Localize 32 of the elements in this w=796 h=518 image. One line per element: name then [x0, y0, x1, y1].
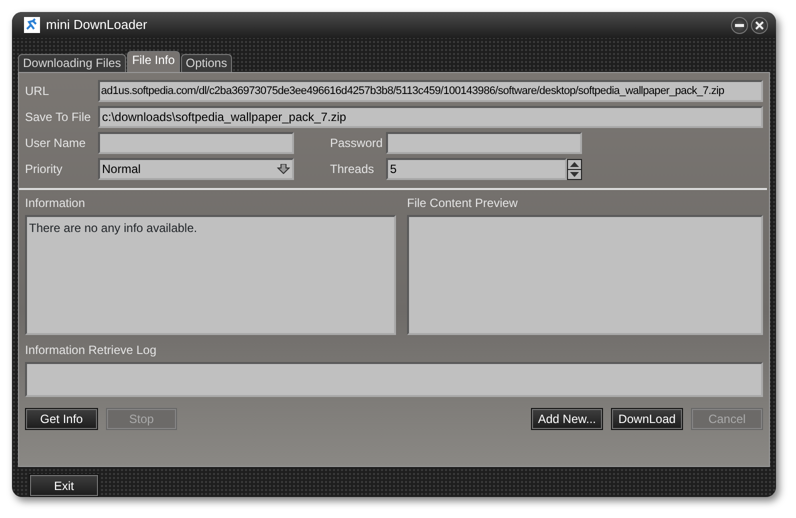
threads-field[interactable]: 5 [386, 158, 567, 180]
action-button[interactable]: Add New... [531, 408, 603, 430]
runner-icon [24, 17, 40, 33]
dropdown-arrow-icon [277, 164, 290, 174]
user-name-field[interactable] [98, 132, 294, 154]
save-path-field[interactable]: c:\downloads\softpedia_wallpaper_pack_7.zip [98, 106, 763, 128]
log-field[interactable] [25, 362, 763, 397]
field-label: Password [330, 135, 384, 152]
field-label: Threads [330, 161, 376, 178]
field-label: User Name [25, 135, 87, 152]
information-text: There are no any info available. [29, 221, 198, 235]
password-field[interactable] [386, 132, 582, 154]
close-icon [755, 20, 764, 30]
minimize-icon [735, 24, 744, 26]
field-label: Save To File [25, 109, 92, 126]
field-label: URL [25, 83, 50, 100]
close-button[interactable] [751, 16, 768, 34]
tab[interactable]: Options [180, 54, 232, 72]
action-button[interactable]: Get Info [25, 408, 98, 430]
action-button[interactable]: DownLoad [611, 408, 683, 430]
exit-button[interactable]: Exit [29, 474, 99, 497]
window-title: mini DownLoader [46, 16, 148, 34]
tab[interactable]: File Info [127, 51, 180, 72]
tab[interactable]: Downloading Files [18, 54, 126, 72]
spinner-arrows-icon[interactable] [567, 158, 582, 180]
section-label: Information Retrieve Log [25, 342, 158, 359]
section-label: Information [25, 195, 86, 212]
priority-dropdown[interactable]: Normal [98, 158, 294, 180]
url-field[interactable]: ad1us.softpedia.com/dl/c2ba36973075de3ee496616d4257b3b8/5113c459/100143986/software/desktop/softpedia_wallpaper_pack_7.zip [98, 80, 763, 102]
minimize-button[interactable] [731, 16, 748, 34]
section-label: File Content Preview [407, 195, 519, 212]
field-label: Priority [25, 161, 64, 178]
